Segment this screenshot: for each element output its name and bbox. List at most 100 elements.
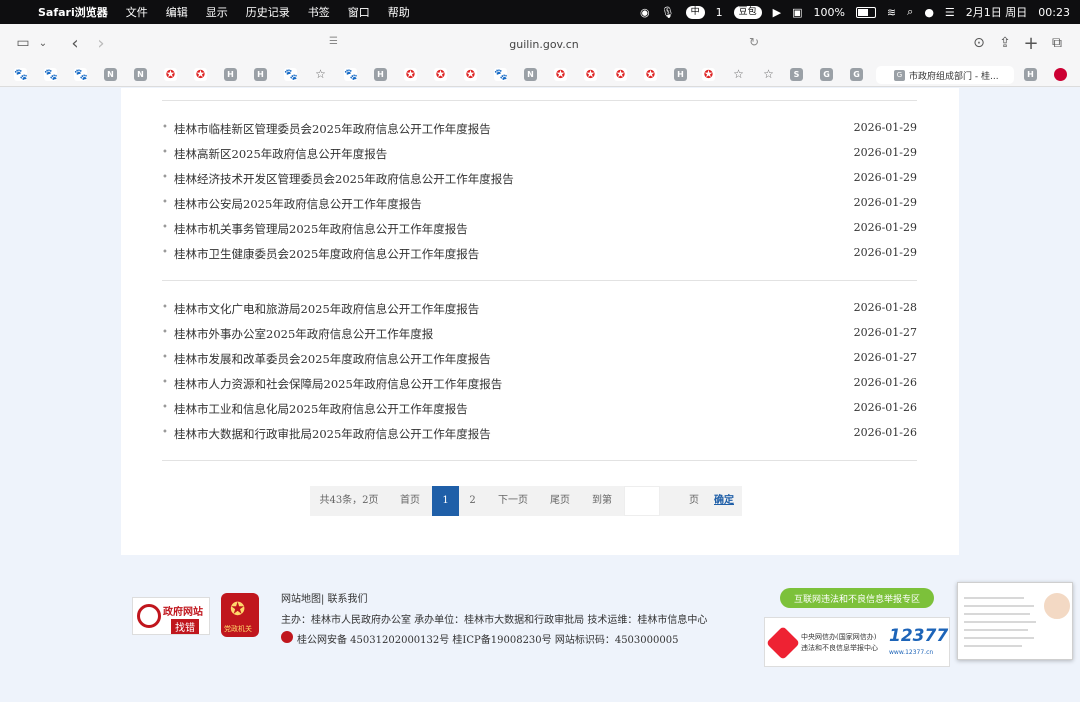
emblem-icon[interactable]: ✪ (164, 68, 177, 81)
menu-date[interactable]: 2月1日 周日 (966, 4, 1028, 20)
list-item[interactable]: • 桂林市发展和改革委员会2025年度政府信息公开工作年度报告 2026-01-… (162, 348, 917, 368)
h-site-icon[interactable]: H (1024, 68, 1037, 81)
confirm-button[interactable]: 确定 (706, 486, 742, 516)
chevron-down-icon[interactable]: ⌄ (36, 32, 50, 54)
menu-view[interactable]: 显示 (206, 4, 228, 20)
list-item-title[interactable]: 桂林市发展和改革委员会2025年度政府信息公开工作年度报告 (174, 351, 491, 367)
list-item[interactable]: • 桂林经济技术开发区管理委员会2025年政府信息公开工作年度报告 2026-0… (162, 168, 917, 188)
paw-icon[interactable]: 🐾 (14, 68, 28, 81)
profile-icon[interactable] (1054, 68, 1067, 81)
list-item-title[interactable]: 桂林高新区2025年政府信息公开年度报告 (174, 146, 387, 162)
h-site-icon[interactable]: H (674, 68, 687, 81)
reload-icon[interactable]: ↻ (749, 35, 759, 49)
search-icon[interactable]: ⌕ (907, 5, 913, 19)
paw-icon[interactable]: 🐾 (74, 68, 88, 81)
n-site-icon[interactable]: N (104, 68, 117, 81)
list-item[interactable]: • 桂林市临桂新区管理委员会2025年政府信息公开工作年度报告 2026-01-… (162, 118, 917, 138)
list-item[interactable]: • 桂林市公安局2025年政府信息公开工作年度报告 2026-01-29 (162, 193, 917, 213)
control-center-icon[interactable]: ☰ (945, 6, 955, 19)
paw-icon[interactable]: 🐾 (494, 68, 508, 81)
n-site-icon[interactable]: N (524, 68, 537, 81)
menu-app-name[interactable]: Safari浏览器 (38, 4, 108, 20)
battery-icon[interactable] (855, 6, 876, 18)
first-page-button[interactable]: 首页 (388, 486, 432, 516)
paw-icon[interactable]: 🐾 (344, 68, 358, 81)
list-item-title[interactable]: 桂林市外事办公室2025年政府信息公开工作年度报 (174, 326, 433, 342)
play-icon[interactable]: ▶ (773, 6, 781, 19)
party-gov-logo[interactable]: ✪ 党政机关 (221, 593, 259, 637)
list-item[interactable]: • 桂林市外事办公室2025年政府信息公开工作年度报 2026-01-27 (162, 323, 917, 343)
page-1-button[interactable]: 1 (432, 486, 459, 516)
emblem-icon[interactable]: ✪ (194, 68, 207, 81)
screenshot-thumbnail[interactable] (957, 582, 1073, 660)
h-site-icon[interactable]: H (254, 68, 267, 81)
address-bar[interactable]: ☰ guilin.gov.cn ↻ (329, 32, 759, 56)
list-item-title[interactable]: 桂林经济技术开发区管理委员会2025年政府信息公开工作年度报告 (174, 171, 514, 187)
gov-website-error-logo[interactable]: 政府网站 找错 (132, 597, 210, 635)
back-icon[interactable]: ‹ (66, 32, 84, 54)
page-2-button[interactable]: 2 (459, 486, 486, 516)
emblem-icon[interactable]: ✪ (644, 68, 657, 81)
menu-bookmarks[interactable]: 书签 (308, 4, 330, 20)
emblem-icon[interactable]: ✪ (584, 68, 597, 81)
g-site-icon[interactable]: G (850, 68, 863, 81)
page-number-input[interactable] (624, 486, 660, 516)
list-item-title[interactable]: 桂林市卫生健康委员会2025年度政府信息公开工作年度报告 (174, 246, 479, 262)
list-item-title[interactable]: 桂林市临桂新区管理委员会2025年政府信息公开工作年度报告 (174, 121, 491, 137)
footer-icp[interactable]: 桂公网安备 45031202000132号 桂ICP备19008230号 网站标… (297, 631, 678, 646)
forward-icon[interactable]: › (92, 32, 110, 54)
report-center-badge[interactable]: 中央网信办(国家网信办) 违法和不良信息举报中心 12377 www.12377… (764, 617, 950, 667)
list-item-title[interactable]: 桂林市工业和信息化局2025年政府信息公开工作年度报告 (174, 401, 468, 417)
notification-count[interactable]: 1 (716, 6, 723, 19)
list-item-title[interactable]: 桂林市机关事务管理局2025年政府信息公开工作年度报告 (174, 221, 468, 237)
ime-indicator[interactable]: 中 (685, 5, 705, 19)
menu-history[interactable]: 历史记录 (246, 4, 290, 20)
list-item[interactable]: • 桂林市工业和信息化局2025年政府信息公开工作年度报告 2026-01-26 (162, 398, 917, 418)
microphone-icon[interactable]: 🎙 (661, 6, 675, 19)
list-item[interactable]: • 桂林市人力资源和社会保障局2025年政府信息公开工作年度报告 2026-01… (162, 373, 917, 393)
menu-edit[interactable]: 编辑 (166, 4, 188, 20)
h-site-icon[interactable]: H (224, 68, 237, 81)
next-page-button[interactable]: 下一页 (486, 486, 540, 516)
list-item-title[interactable]: 桂林市文化广电和旅游局2025年政府信息公开工作年度报告 (174, 301, 479, 317)
paw-icon[interactable]: 🐾 (284, 68, 298, 81)
menu-file[interactable]: 文件 (126, 4, 148, 20)
menu-window[interactable]: 窗口 (348, 4, 370, 20)
paw-icon[interactable]: 🐾 (44, 68, 58, 81)
download-icon[interactable]: ⊙ (970, 32, 988, 54)
siri-icon[interactable]: ● (924, 6, 934, 19)
list-item[interactable]: • 桂林市机关事务管理局2025年政府信息公开工作年度报告 2026-01-29 (162, 218, 917, 238)
screen-icon[interactable]: ▣ (792, 6, 802, 19)
tab-overview-icon[interactable]: ⧉ (1048, 32, 1066, 54)
g-site-icon[interactable]: G (820, 68, 833, 81)
assistant-avatar[interactable] (1042, 591, 1072, 621)
list-item-title[interactable]: 桂林市人力资源和社会保障局2025年政府信息公开工作年度报告 (174, 376, 502, 392)
footer-links[interactable]: 网站地图| 联系我们 (281, 590, 368, 605)
emblem-icon[interactable]: ✪ (554, 68, 567, 81)
star-icon[interactable]: ☆ (732, 68, 745, 81)
star-icon[interactable]: ☆ (762, 68, 775, 81)
sidebar-toggle-icon[interactable]: ▭ (14, 32, 32, 54)
record-icon[interactable]: ◉ (640, 6, 650, 19)
menu-help[interactable]: 帮助 (388, 4, 410, 20)
emblem-icon[interactable]: ✪ (464, 68, 477, 81)
emblem-icon[interactable]: ✪ (614, 68, 627, 81)
page-settings-icon[interactable]: ☰ (329, 36, 338, 47)
emblem-icon[interactable]: ✪ (434, 68, 447, 81)
star-icon[interactable]: ☆ (314, 68, 327, 81)
new-tab-icon[interactable]: + (1022, 32, 1040, 54)
report-zone-badge[interactable]: 互联网违法和不良信息举报专区 (780, 588, 934, 608)
n-site-icon[interactable]: N (134, 68, 147, 81)
h-site-icon[interactable]: H (374, 68, 387, 81)
doubao-pill[interactable]: 豆包 (733, 5, 762, 19)
share-icon[interactable]: ⇪ (996, 32, 1014, 54)
emblem-icon[interactable]: ✪ (702, 68, 715, 81)
list-item[interactable]: • 桂林市文化广电和旅游局2025年政府信息公开工作年度报告 2026-01-2… (162, 298, 917, 318)
list-item-title[interactable]: 桂林市大数据和行政审批局2025年政府信息公开工作年度报告 (174, 426, 491, 442)
wifi-icon[interactable]: ≋ (887, 6, 896, 19)
last-page-button[interactable]: 尾页 (540, 486, 580, 516)
list-item[interactable]: • 桂林高新区2025年政府信息公开年度报告 2026-01-29 (162, 143, 917, 163)
emblem-icon[interactable]: ✪ (404, 68, 417, 81)
favorite-tab-government-departments[interactable]: G 市政府组成部门 - 桂... (876, 66, 1014, 84)
s-site-icon[interactable]: S (790, 68, 803, 81)
